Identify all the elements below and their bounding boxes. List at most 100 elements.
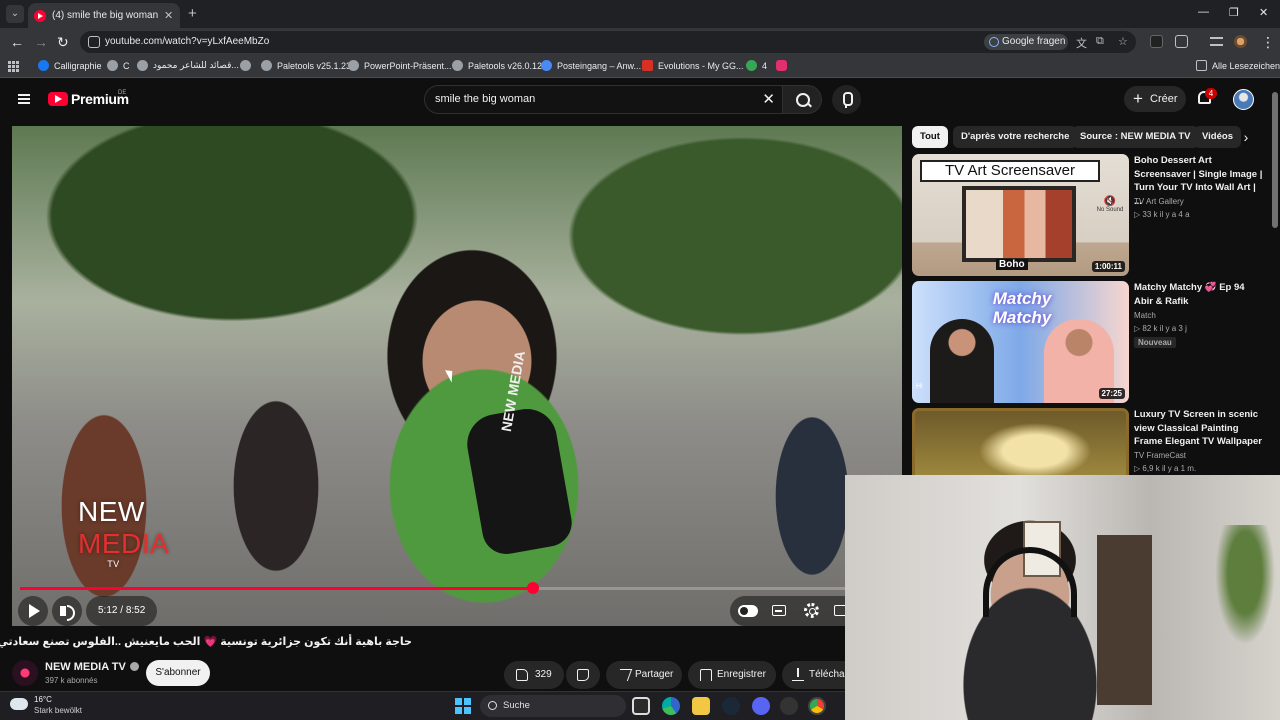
recommended-video[interactable]: Matchy Matchy Hi 27:25 Matchy Matchy 💞 E… xyxy=(912,281,1272,403)
download-button[interactable]: Téléchar xyxy=(782,661,845,689)
minimize-window-button[interactable]: — xyxy=(1198,6,1209,18)
chip-source-channel[interactable]: Source : NEW MEDIA TV xyxy=(1072,126,1199,148)
chip-all[interactable]: Tout xyxy=(912,126,948,148)
bookmark-star-icon[interactable]: ☆ xyxy=(1118,35,1128,48)
reload-icon[interactable]: ↻ xyxy=(57,33,69,51)
browser-tab-bar: ⌄ (4) smile the big woman - YouTube ✕ + … xyxy=(0,0,1280,28)
app-icon[interactable] xyxy=(780,697,798,715)
bookmark-item[interactable]: Paletools v26.0.12 xyxy=(452,60,542,71)
install-app-icon[interactable]: ⧉ xyxy=(1096,35,1104,48)
recommended-video[interactable]: Luxury TV Screen in scenic view Classica… xyxy=(912,408,1272,475)
back-arrow-icon[interactable]: ← xyxy=(10,33,24,51)
bookmark-item[interactable]: قصائد للشاعر محمود... xyxy=(137,60,239,71)
play-button[interactable] xyxy=(18,596,48,626)
translate-icon[interactable]: 文 xyxy=(1076,35,1087,51)
browser-toolbar: ← → ↻ youtube.com/watch?v=yLxfAeeMbZo Go… xyxy=(0,28,1280,56)
globe-icon xyxy=(137,60,148,71)
google-lens-ask-button[interactable]: Google fragen xyxy=(984,34,1068,50)
bookmark-item[interactable] xyxy=(240,60,256,71)
site-info-icon[interactable] xyxy=(88,36,100,48)
globe-icon xyxy=(261,60,272,71)
tab-search-button[interactable]: ⌄ xyxy=(6,5,24,23)
reading-list-icon[interactable] xyxy=(1210,37,1223,46)
channel-avatar[interactable] xyxy=(12,660,38,686)
bookmark-item[interactable]: Calligraphie xyxy=(38,60,102,71)
progress-bar[interactable] xyxy=(20,582,894,594)
bookmark-item[interactable]: Posteingang – Anw... xyxy=(541,60,641,71)
video-thumbnail[interactable]: TV Art Screensaver 🔇 No Sound Boho 1:00:1… xyxy=(912,154,1129,276)
progress-scrubber-handle[interactable] xyxy=(527,582,540,594)
search-query-text[interactable]: smile the big woman xyxy=(435,93,535,105)
share-button[interactable]: Partager xyxy=(606,661,682,689)
bookmark-save-icon xyxy=(700,669,712,681)
clear-search-icon[interactable]: ✕ xyxy=(762,90,775,109)
subtitles-icon[interactable] xyxy=(772,605,786,616)
save-button[interactable]: Enregistrer xyxy=(688,661,776,689)
recommended-video-meta: ▷ 6,9 k il y a 1 m. xyxy=(1134,464,1197,473)
address-bar[interactable]: youtube.com/watch?v=yLxfAeeMbZo Google f… xyxy=(80,31,1136,53)
restore-window-button[interactable]: ❐ xyxy=(1229,6,1239,19)
mute-button[interactable] xyxy=(52,596,82,626)
taskbar-search-box[interactable]: Suche xyxy=(480,695,626,717)
bookmark-item[interactable]: Evolutions - My GG... xyxy=(642,60,744,71)
file-explorer-icon[interactable] xyxy=(692,697,710,715)
thumbnail-show-logo: Matchy Matchy xyxy=(992,289,1052,327)
chrome-browser-icon[interactable] xyxy=(808,697,826,715)
bookmark-item[interactable]: Paletools v25.1.23 xyxy=(261,60,351,71)
recommended-channel-name[interactable]: Match xyxy=(1134,311,1156,320)
tab-close-icon[interactable]: ✕ xyxy=(164,9,173,22)
like-button[interactable]: 329 xyxy=(504,661,564,689)
browser-menu-icon[interactable]: ⋮ xyxy=(1261,33,1275,51)
recommended-channel-name[interactable]: TV Art Gallery xyxy=(1134,197,1184,206)
video-duration: 1:00:11 xyxy=(1091,261,1125,272)
recommended-channel-name[interactable]: TV FrameCast xyxy=(1134,451,1186,460)
browser-tab-youtube[interactable]: (4) smile the big woman - YouTube ✕ xyxy=(28,3,180,28)
settings-gear-icon[interactable] xyxy=(804,603,819,618)
recommended-video-title[interactable]: Matchy Matchy 💞 Ep 94 Abir & Rafik xyxy=(1134,281,1264,308)
cloud-weather-icon[interactable] xyxy=(10,698,28,710)
subscribe-button[interactable]: S'abonner xyxy=(146,660,210,686)
search-input[interactable]: smile the big woman ✕ xyxy=(424,85,788,114)
bookmark-item[interactable] xyxy=(776,60,792,71)
url-text[interactable]: youtube.com/watch?v=yLxfAeeMbZo xyxy=(105,36,269,47)
edge-browser-icon[interactable] xyxy=(662,697,680,715)
weather-temperature[interactable]: 16°C xyxy=(34,695,52,704)
search-button[interactable] xyxy=(782,85,822,114)
youtube-logo-icon[interactable] xyxy=(48,92,68,106)
profile-avatar-icon[interactable] xyxy=(1234,35,1247,48)
extension-icon[interactable] xyxy=(1150,35,1163,48)
recommended-video[interactable]: TV Art Screensaver 🔇 No Sound Boho 1:00:1… xyxy=(912,154,1272,276)
chip-from-your-search[interactable]: D'après votre recherche xyxy=(953,126,1078,148)
all-bookmarks-button[interactable]: Alle Lesezeichen xyxy=(1196,60,1280,71)
discord-icon[interactable] xyxy=(752,697,770,715)
steam-icon[interactable] xyxy=(722,697,740,715)
gg-icon xyxy=(642,60,653,71)
extensions-puzzle-icon[interactable] xyxy=(1175,35,1188,48)
task-view-icon[interactable] xyxy=(632,697,650,715)
close-window-button[interactable]: ✕ xyxy=(1259,6,1268,19)
account-avatar[interactable] xyxy=(1233,89,1254,110)
chips-next-chevron-icon[interactable]: › xyxy=(1238,129,1254,145)
chip-videos[interactable]: Vidéos xyxy=(1194,126,1241,148)
weather-description[interactable]: Stark bewölkt xyxy=(34,706,82,715)
news-microphone xyxy=(462,404,576,558)
bookmark-item[interactable]: 4 xyxy=(746,60,767,71)
dislike-button[interactable] xyxy=(566,661,600,689)
bookmark-item[interactable]: C xyxy=(107,60,130,71)
video-thumbnail[interactable]: Matchy Matchy Hi 27:25 xyxy=(912,281,1129,403)
windows-start-icon[interactable] xyxy=(455,698,471,714)
autoplay-toggle-icon[interactable] xyxy=(738,605,758,617)
bookmark-item[interactable]: PowerPoint-Präsent... xyxy=(348,60,452,71)
forward-arrow-icon[interactable]: → xyxy=(34,33,48,51)
recommended-video-title[interactable]: Luxury TV Screen in scenic view Classica… xyxy=(1134,408,1264,449)
new-tab-button[interactable]: + xyxy=(188,5,197,23)
thumbnail-heading: TV Art Screensaver xyxy=(920,160,1100,182)
hamburger-menu-icon[interactable] xyxy=(18,94,30,104)
channel-name[interactable]: NEW MEDIA TV xyxy=(45,661,139,673)
video-player[interactable]: NEW MEDIA NEW MEDIATV 5:12 / 8:52 xyxy=(12,126,902,626)
page-scrollbar[interactable] xyxy=(1272,92,1278,228)
video-thumbnail[interactable] xyxy=(912,408,1129,475)
create-button[interactable]: Créer xyxy=(1124,86,1186,112)
apps-grid-icon[interactable] xyxy=(8,61,19,72)
voice-search-button[interactable] xyxy=(832,85,861,114)
